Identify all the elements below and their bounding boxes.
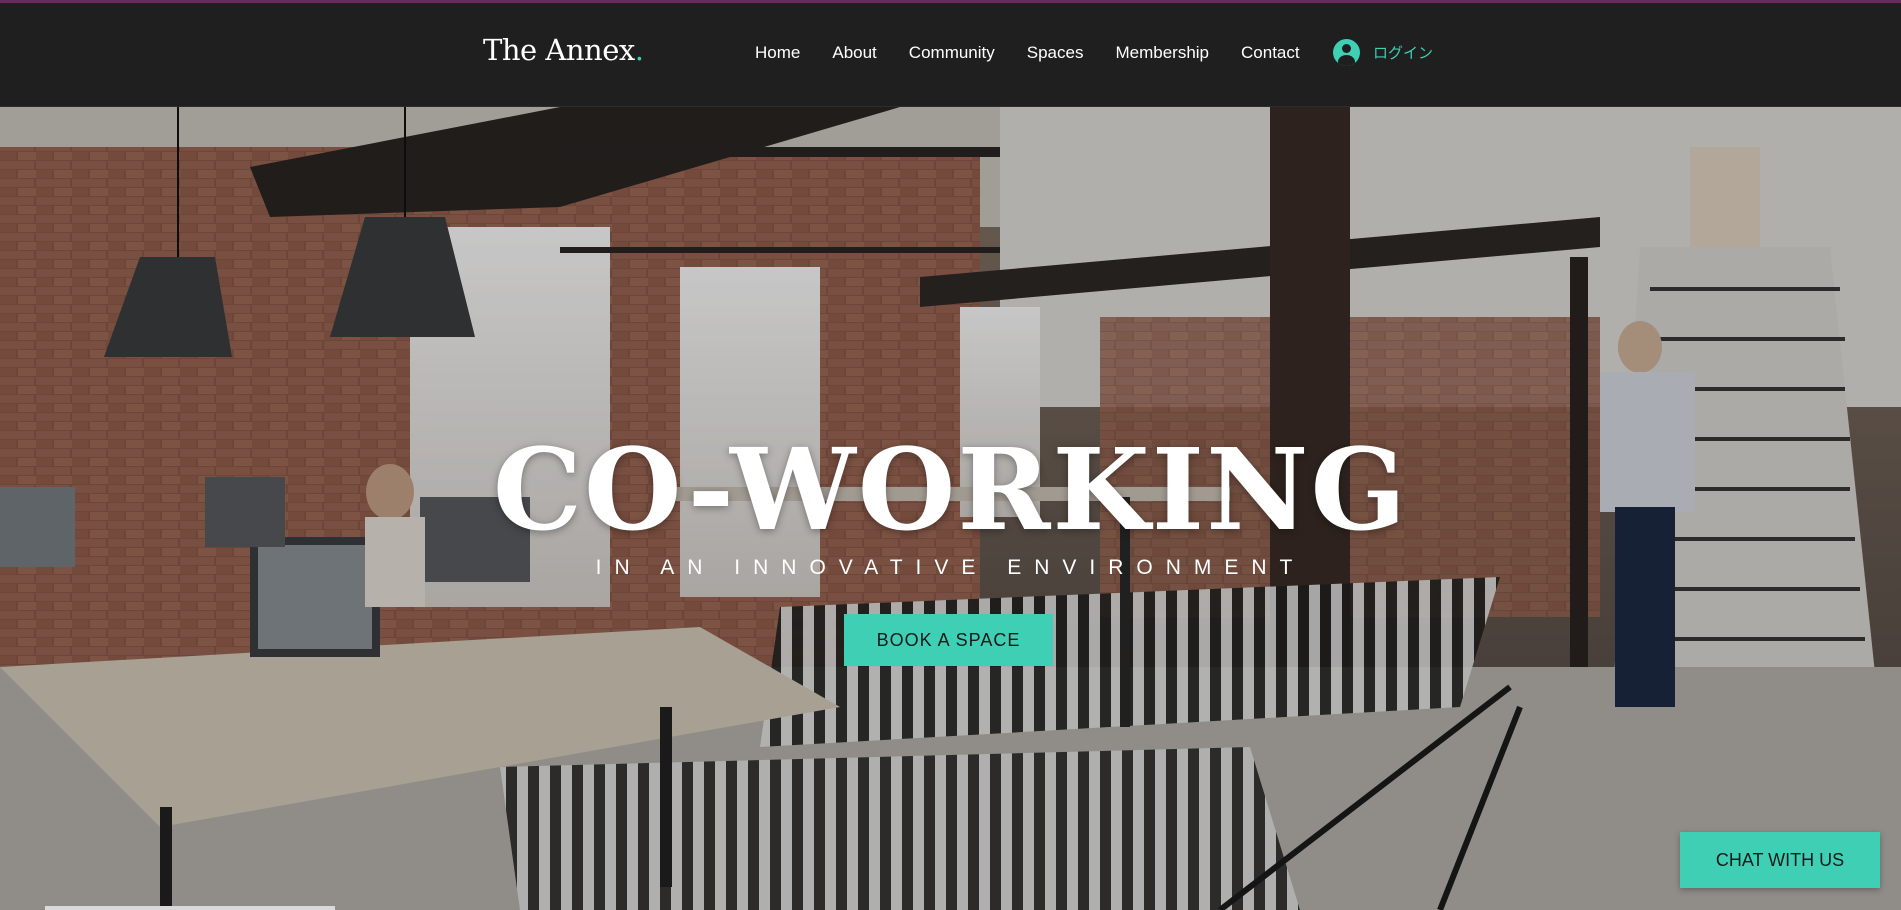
hero-subline: IN AN INNOVATIVE ENVIRONMENT [595, 556, 1306, 579]
login-button[interactable]: ログイン [1333, 39, 1433, 66]
nav-spaces[interactable]: Spaces [1027, 43, 1084, 63]
main-nav: Home About Community Spaces Membership C… [755, 43, 1332, 63]
logo-text: The Annex [483, 33, 635, 67]
logo-dot: . [634, 33, 644, 67]
book-a-space-button[interactable]: BOOK A SPACE [844, 614, 1053, 666]
nav-home[interactable]: Home [755, 43, 800, 63]
horizontal-scrollbar[interactable] [45, 906, 335, 910]
site-header: The Annex. Home About Community Spaces M… [0, 3, 1901, 107]
nav-membership[interactable]: Membership [1115, 43, 1209, 63]
hero-headline: CO-WORKING [492, 425, 1409, 556]
nav-contact[interactable]: Contact [1241, 43, 1300, 63]
nav-about[interactable]: About [832, 43, 876, 63]
hero-section: CO-WORKING IN AN INNOVATIVE ENVIRONMENT … [0, 107, 1901, 910]
login-label: ログイン [1373, 45, 1434, 62]
user-avatar-icon [1333, 39, 1360, 66]
chat-with-us-button[interactable]: CHAT WITH US [1680, 832, 1880, 888]
nav-community[interactable]: Community [909, 43, 995, 63]
site-logo[interactable]: The Annex. [483, 33, 644, 67]
